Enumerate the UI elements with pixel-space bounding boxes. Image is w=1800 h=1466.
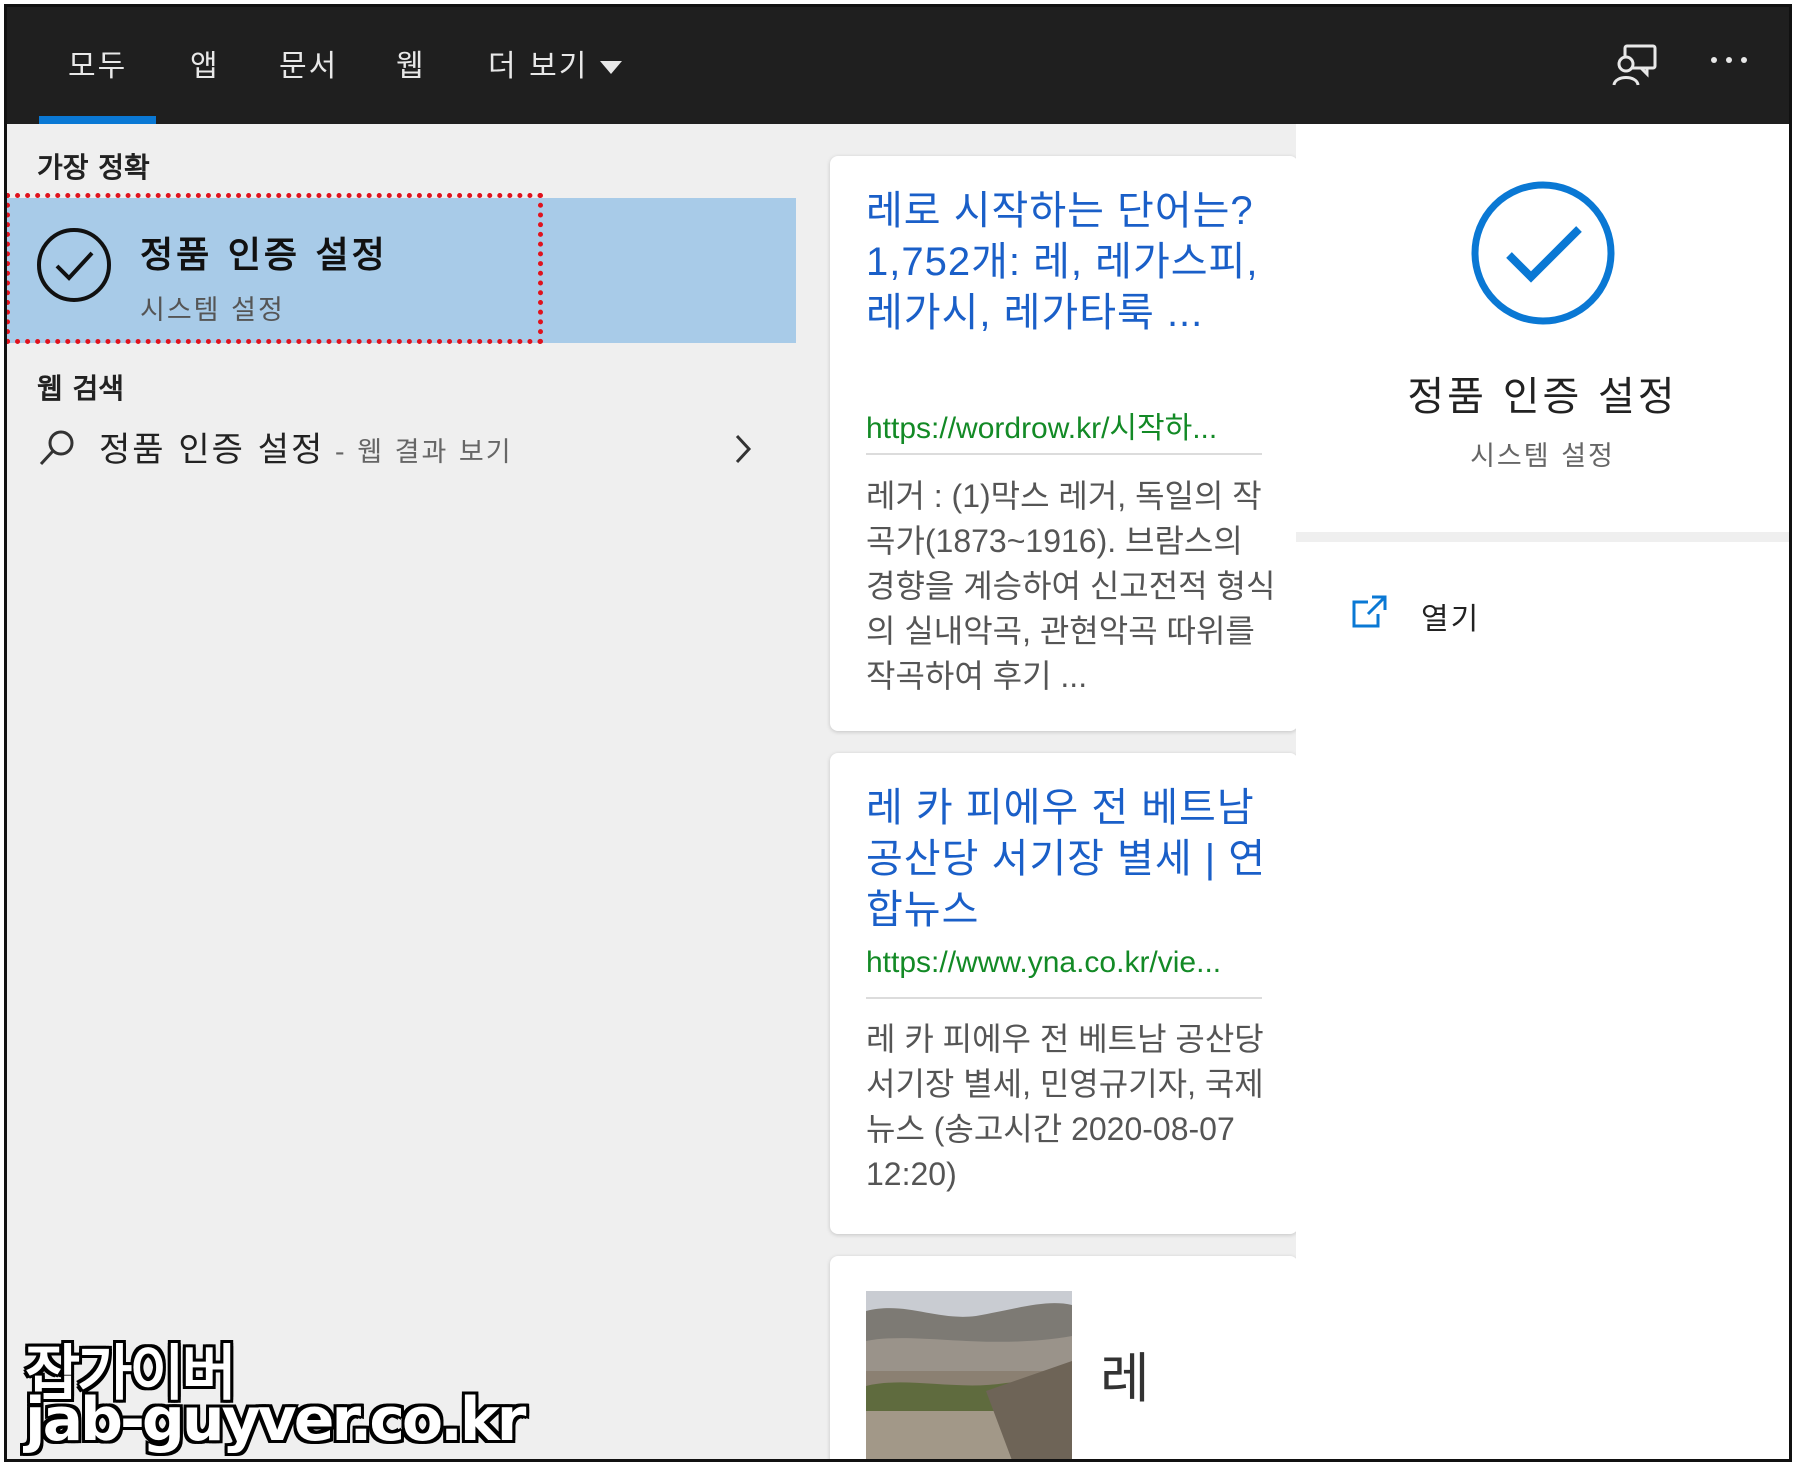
tab-more-label: 더 보기	[488, 49, 589, 84]
open-label: 열기	[1421, 602, 1481, 637]
result-url: https://wordrow.kr/시작하...	[866, 412, 1218, 445]
result-divider	[866, 997, 1262, 999]
preview-subtitle: 시스템 설정	[1470, 441, 1615, 472]
preview-panel: 정품 인증 설정 시스템 설정 열기	[1296, 124, 1789, 1459]
result-card[interactable]: 레 카 피에우 전 베트남 공산당 서기장 별세 | 연합뉴스 https://…	[830, 753, 1298, 1234]
open-button[interactable]: 열기	[1296, 584, 1789, 654]
caret-down-icon	[600, 61, 623, 74]
result-card[interactable]: 레로 시작하는 단어는? 1,752개: 레, 레가스피, 레가시, 레가타룩 …	[830, 156, 1298, 731]
more-options-icon[interactable]	[1709, 51, 1749, 70]
web-search-item[interactable]: 정품 인증 설정 - 웹 결과 보기	[7, 414, 796, 484]
web-search-text: 정품 인증 설정 - 웹 결과 보기	[99, 422, 513, 471]
result-snippet: 레 카 피에우 전 베트남 공산당 서기장 별세, 민영규기자, 국제뉴스 (송…	[866, 1021, 1264, 1192]
tab-documents[interactable]: 문서	[279, 41, 338, 85]
check-circle-icon	[35, 226, 113, 308]
web-search-heading: 웹 검색	[37, 372, 125, 405]
result-title[interactable]: 레	[1100, 1352, 1250, 1406]
top-bar: 모두 앱 문서 웹 더 보기	[7, 7, 1789, 124]
result-card[interactable]: 레	[830, 1256, 1298, 1459]
best-match-subtitle: 시스템 설정	[140, 295, 285, 326]
check-circle-icon	[1469, 179, 1617, 331]
web-search-query: 정품 인증 설정	[99, 430, 325, 470]
result-divider	[866, 453, 1262, 455]
divider	[1296, 532, 1789, 542]
open-icon	[1350, 594, 1388, 634]
result-url: https://www.yna.co.kr/vie...	[866, 946, 1222, 979]
result-title[interactable]: 레 카 피에우 전 베트남 공산당 서기장 별세 | 연합뉴스	[866, 783, 1276, 936]
best-match-title: 정품 인증 설정	[140, 235, 388, 276]
search-window: 모두 앱 문서 웹 더 보기 가장 정확 정품 인증 설정 시스템 설정 웹 검…	[4, 4, 1792, 1462]
watermark-url: jab-guyver.co.kr	[25, 1385, 526, 1455]
best-match-heading: 가장 정확	[37, 151, 150, 184]
search-icon	[37, 428, 77, 472]
tab-apps[interactable]: 앱	[190, 41, 220, 85]
chevron-right-icon	[733, 432, 753, 470]
result-snippet: 레거 : (1)막스 레거, 독일의 작곡가(1873~1916). 브람스의 …	[866, 478, 1276, 694]
landscape-thumbnail	[866, 1291, 1072, 1459]
tab-web[interactable]: 웹	[396, 41, 426, 85]
preview-title: 정품 인증 설정	[1407, 374, 1678, 420]
feedback-icon[interactable]	[1611, 43, 1659, 91]
tab-all[interactable]: 모두	[38, 41, 157, 124]
result-title[interactable]: 레로 시작하는 단어는? 1,752개: 레, 레가스피, 레가시, 레가타룩 …	[866, 186, 1276, 339]
best-match-item[interactable]: 정품 인증 설정 시스템 설정	[7, 198, 796, 343]
tab-more[interactable]: 더 보기	[488, 41, 623, 85]
left-panel: 가장 정확 정품 인증 설정 시스템 설정 웹 검색 정품 인증 설정 - 웹 …	[7, 124, 796, 1459]
web-search-suffix: - 웹 결과 보기	[324, 437, 513, 468]
web-results-panel: 레로 시작하는 단어는? 1,752개: 레, 레가스피, 레가시, 레가타룩 …	[796, 124, 1298, 1459]
